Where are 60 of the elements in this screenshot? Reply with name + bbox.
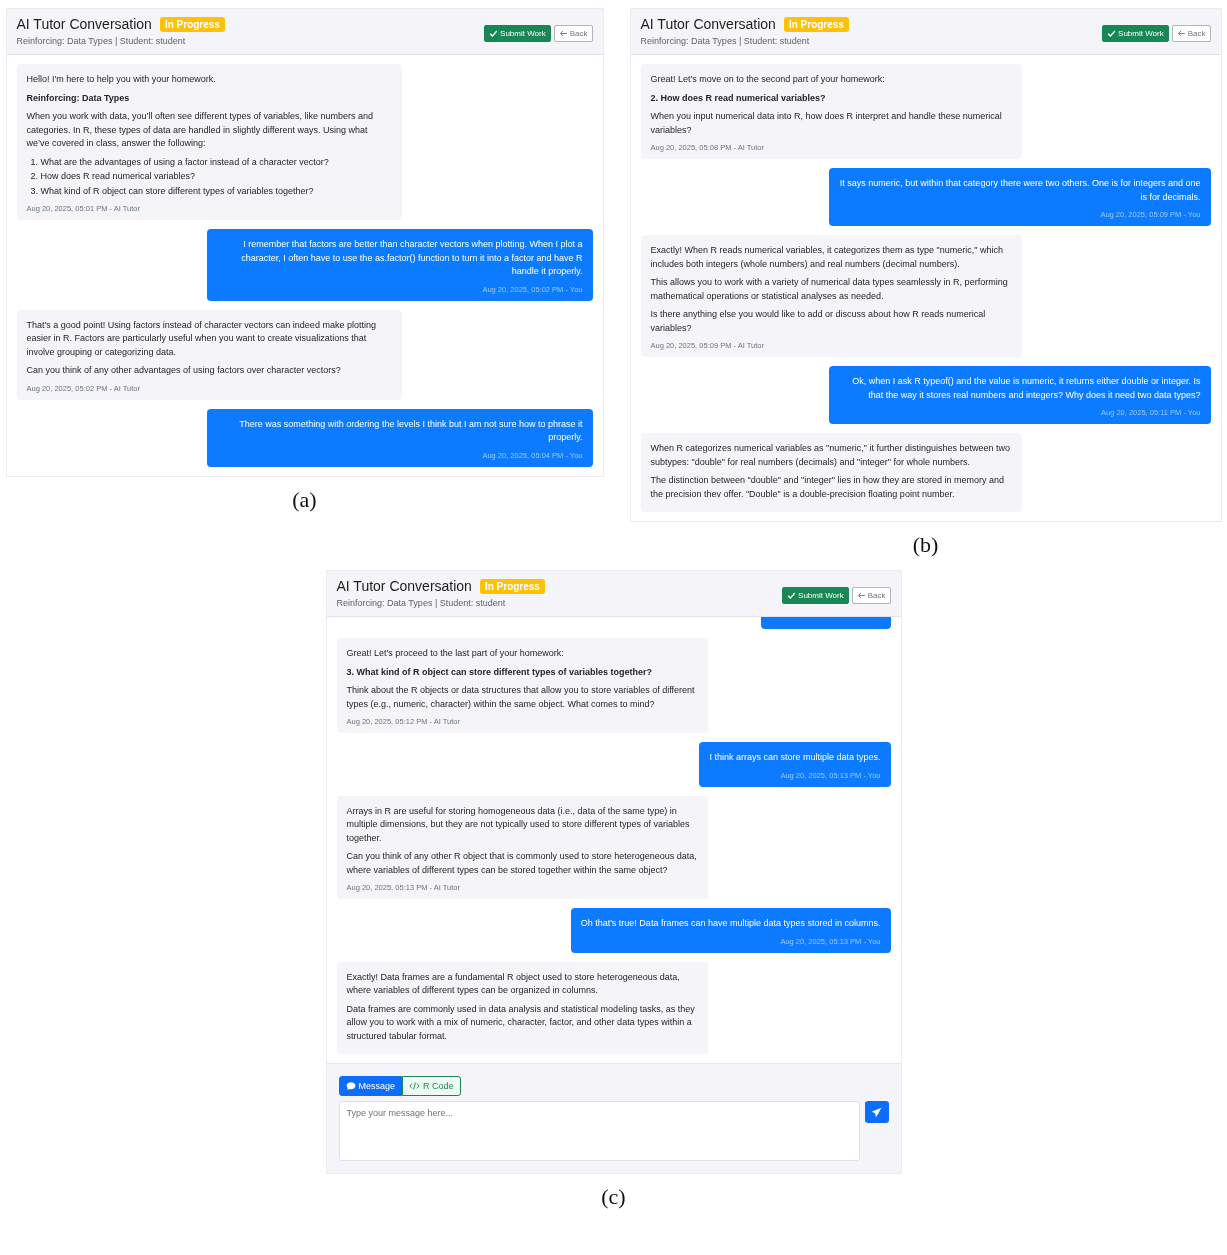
figure-caption: (c) (601, 1184, 626, 1209)
message-text: Arrays in R are useful for storing homogeneous data (i.e., data of the same type) in multiple dimensions, but they are not typically used to store different types of variables together. (346, 804, 691, 845)
subtitle: Reinforcing: Data Types | Student: student (16, 36, 187, 46)
send-icon (871, 1106, 882, 1118)
message-text: Ok, when I ask R typeof() and the value is numeric, it returns either double or integer. Is that the way it stores real numbers and integers? Why does it need two data types? (851, 375, 1201, 402)
check-icon (1107, 29, 1117, 38)
message-text: There was something with ordering the levels I think but I am not sure how to phrase it properly. (238, 417, 583, 444)
submit-button[interactable]: Submit Work (484, 25, 551, 42)
status-badge: In Progress (159, 16, 225, 32)
page-title: AI Tutor Conversation (16, 16, 152, 32)
message-heading: 3. What kind of R object can store different types of variables together? (346, 665, 654, 679)
message-text: Great! Let's move on to the second part of your homework: (650, 73, 886, 86)
back-button[interactable]: Back (1171, 25, 1211, 42)
message-text: I think arrays can store multiple data types. (709, 751, 881, 764)
submit-button[interactable]: Submit Work (782, 587, 849, 604)
message-text: Exactly! When R reads numerical variables, it categorizes them as type "numeric," which includes both integers (whole numbers) and real numbers (decimal numbers). (650, 244, 1005, 271)
message-text: I remember that factors are better than character vectors when plotting. When I plot a character, I often have to use the as.factor() function to turn it into a factor and have R handle it properly. (240, 238, 583, 278)
list-item: 2. How does R read numerical variables? (30, 170, 197, 183)
message-text: Is there anything else you would like to add or discuss about how R reads numerical variables? (650, 308, 987, 335)
message-text: When you input numerical data into R, how does R interpret and handle these numerical variables? (650, 110, 1003, 137)
message-text: Can you think of any other advantages of using factors over character vectors? (26, 364, 342, 377)
message-text: Think about the R objects or data structures that allow you to store variables of different types (e.g., numeric, character) within the same object. What comes to mind? (346, 684, 696, 711)
message-input[interactable]: Type your message here... (338, 1101, 860, 1161)
check-icon (787, 591, 797, 600)
status-badge: In Progress (479, 578, 545, 594)
subtitle: Reinforcing: Data Types | Student: student (336, 598, 507, 608)
arrow-left-icon (558, 29, 568, 38)
back-button[interactable]: Back (851, 587, 891, 604)
list-item: 3. What kind of R object can store different types of variables together? (30, 184, 315, 198)
submit-button[interactable]: Submit Work (1102, 25, 1169, 42)
check-icon (489, 29, 499, 38)
message-text: Can you think of any other R object that is commonly used to store heterogeneous data, where variables of different types can be stored together within the same object? (346, 850, 698, 877)
message-text: Exactly! Data frames are a fundamental R object used to store heterogeneous data, where variables of different types can be organized in columns. (346, 970, 681, 997)
message-text: When you work with data, you’ll often see different types of variables, like numbers and categories. In R, these types of data are handled in slightly different ways. Using what we’ve covered in class, answer the following: (26, 110, 375, 150)
message-text: Great! Let's proceed to the last part of your homework: (346, 647, 565, 660)
message-text: The distinction between "double" and "integer" lies in how they are stored in memory and the precision thev offer. "Double" is a double-precision floating point number. (650, 474, 1005, 501)
send-button[interactable] (864, 1101, 889, 1123)
code-icon (409, 1081, 421, 1091)
message-text: Data frames are commonly used in data analysis and statistical modeling tasks, as they allow you to work with a mix of numeric, character, factor, and other data types within a structured tabular format. (346, 1002, 696, 1043)
arrow-left-icon (1176, 29, 1186, 38)
message-text: This allows you to work with a variety of numerical data types seamlessly in R, performing mathematical operations or statistical analyses as needed. (650, 276, 1009, 303)
message-text: That's a good point! Using factors instead of character vectors can indeed make plotting easier in R. Factors are particularly useful when you want to create visualizations that involve grouping or categorizing data. (26, 318, 377, 359)
subtitle: Reinforcing: Data Types | Student: student (640, 36, 811, 46)
message-text: When R categorizes numerical variables as "numeric," it further distinguishes between two subtypes: "double" for real numbers (decimals) and "integer" for whole numbers. (650, 442, 1012, 469)
arrow-left-icon (856, 591, 866, 600)
figure-caption: (a) (292, 486, 317, 512)
figure-caption: (b) (912, 532, 939, 557)
mode-toggle[interactable]: Message (338, 1076, 403, 1096)
status-badge: In Progress (783, 16, 849, 32)
page-title: AI Tutor Conversation (640, 16, 776, 32)
chat-bubble-icon (345, 1081, 356, 1091)
list-item: 1. What are the advantages of using a factor instead of a character vector? (30, 155, 330, 169)
mode-toggle[interactable]: R Code (402, 1076, 461, 1096)
message-heading: Reinforcing: Data Types (26, 91, 131, 105)
message-heading: 2. How does R read numerical variables? (650, 91, 827, 105)
message-text: Oh that's true! Data frames can have multiple data types stored in columns. (580, 917, 881, 930)
message-text: It says numeric, but within that category there were two others. One is for integers and one is for decimals. (838, 177, 1201, 204)
page-title: AI Tutor Conversation (336, 578, 472, 594)
message-text: Hello! I'm here to help you with your homework. (26, 73, 217, 86)
back-button[interactable]: Back (553, 25, 593, 42)
